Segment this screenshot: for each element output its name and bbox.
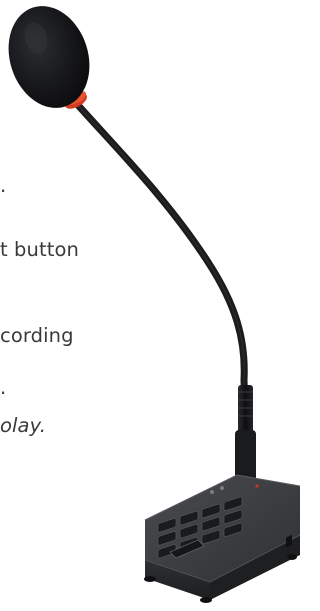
paging-microphone-icon — [8, 6, 300, 603]
product-image-frame: . t button cording . olay. — [0, 0, 300, 611]
